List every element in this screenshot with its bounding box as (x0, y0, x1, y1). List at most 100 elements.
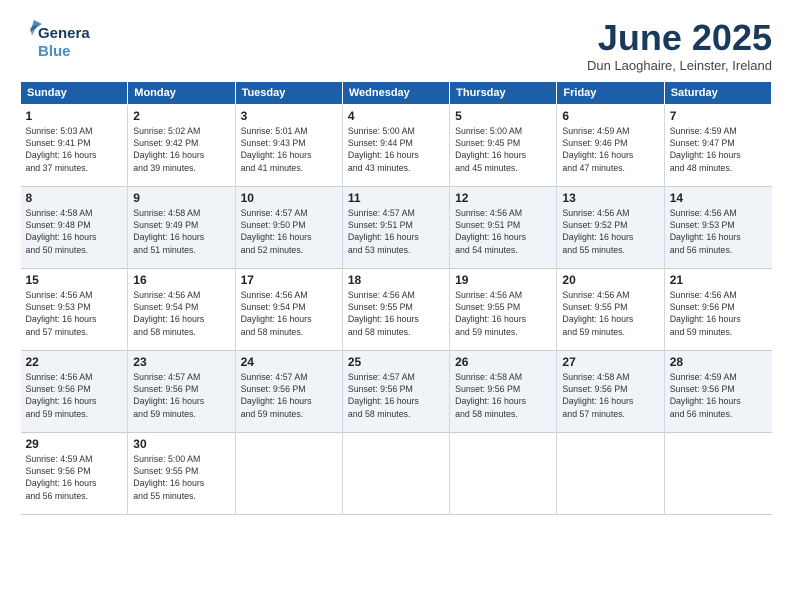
day-info: Sunrise: 5:00 AMSunset: 9:45 PMDaylight:… (455, 125, 551, 174)
day-number: 5 (455, 109, 551, 123)
calendar-cell: 3 Sunrise: 5:01 AMSunset: 9:43 PMDaylight… (235, 104, 342, 186)
day-info: Sunrise: 4:59 AMSunset: 9:56 PMDaylight:… (26, 453, 123, 502)
calendar-cell: 2 Sunrise: 5:02 AMSunset: 9:42 PMDaylight… (128, 104, 235, 186)
day-number: 14 (670, 191, 767, 205)
calendar-cell: 25 Sunrise: 4:57 AMSunset: 9:56 PMDayligh… (342, 350, 449, 432)
calendar-cell: 21 Sunrise: 4:56 AMSunset: 9:56 PMDayligh… (664, 268, 771, 350)
day-info: Sunrise: 4:57 AMSunset: 9:56 PMDaylight:… (133, 371, 229, 420)
calendar-cell: 14Sunrise: 4:56 AMSunset: 9:53 PMDayligh… (664, 186, 771, 268)
calendar-cell: 7 Sunrise: 4:59 AMSunset: 9:47 PMDaylight… (664, 104, 771, 186)
day-info: Sunrise: 4:59 AMSunset: 9:56 PMDaylight:… (670, 371, 767, 420)
calendar-cell: 28 Sunrise: 4:59 AMSunset: 9:56 PMDayligh… (664, 350, 771, 432)
calendar-week-row: 29 Sunrise: 4:59 AMSunset: 9:56 PMDayligh… (21, 432, 772, 514)
day-info: Sunrise: 4:56 AMSunset: 9:54 PMDaylight:… (241, 289, 337, 338)
day-info: Sunrise: 4:59 AMSunset: 9:47 PMDaylight:… (670, 125, 767, 174)
day-number: 19 (455, 273, 551, 287)
day-info: Sunrise: 4:56 AMSunset: 9:56 PMDaylight:… (26, 371, 123, 420)
day-info: Sunrise: 5:01 AMSunset: 9:43 PMDaylight:… (241, 125, 337, 174)
day-number: 24 (241, 355, 337, 369)
calendar-cell: 4Sunrise: 5:00 AMSunset: 9:44 PMDaylight… (342, 104, 449, 186)
calendar-cell: 1Sunrise: 5:03 AMSunset: 9:41 PMDaylight… (21, 104, 128, 186)
weekday-header: Saturday (664, 81, 771, 104)
day-info: Sunrise: 4:58 AMSunset: 9:49 PMDaylight:… (133, 207, 229, 256)
day-number: 3 (241, 109, 337, 123)
calendar-week-row: 22 Sunrise: 4:56 AMSunset: 9:56 PMDayligh… (21, 350, 772, 432)
day-number: 7 (670, 109, 767, 123)
svg-text:General: General (38, 25, 90, 42)
header-row: SundayMondayTuesdayWednesdayThursdayFrid… (21, 81, 772, 104)
calendar-cell (450, 432, 557, 514)
day-info: Sunrise: 5:00 AMSunset: 9:55 PMDaylight:… (133, 453, 229, 502)
calendar-cell (557, 432, 664, 514)
calendar-week-row: 1Sunrise: 5:03 AMSunset: 9:41 PMDaylight… (21, 104, 772, 186)
calendar-cell: 24 Sunrise: 4:57 AMSunset: 9:56 PMDayligh… (235, 350, 342, 432)
day-info: Sunrise: 4:56 AMSunset: 9:52 PMDaylight:… (562, 207, 658, 256)
day-number: 12 (455, 191, 551, 205)
calendar-cell: 22 Sunrise: 4:56 AMSunset: 9:56 PMDayligh… (21, 350, 128, 432)
calendar-week-row: 15 Sunrise: 4:56 AMSunset: 9:53 PMDayligh… (21, 268, 772, 350)
calendar-cell: 12 Sunrise: 4:56 AMSunset: 9:51 PMDayligh… (450, 186, 557, 268)
weekday-header: Wednesday (342, 81, 449, 104)
day-number: 13 (562, 191, 658, 205)
calendar-cell: 23 Sunrise: 4:57 AMSunset: 9:56 PMDayligh… (128, 350, 235, 432)
page: General Blue June 2025 Dun Laoghaire, Le… (0, 0, 792, 612)
day-number: 28 (670, 355, 767, 369)
day-info: Sunrise: 4:59 AMSunset: 9:46 PMDaylight:… (562, 125, 658, 174)
day-info: Sunrise: 4:57 AMSunset: 9:50 PMDaylight:… (241, 207, 337, 256)
day-number: 23 (133, 355, 229, 369)
calendar-cell: 16 Sunrise: 4:56 AMSunset: 9:54 PMDayligh… (128, 268, 235, 350)
day-number: 20 (562, 273, 658, 287)
day-number: 25 (348, 355, 444, 369)
day-number: 8 (26, 191, 123, 205)
title-area: June 2025 Dun Laoghaire, Leinster, Irela… (587, 18, 772, 73)
day-info: Sunrise: 4:58 AMSunset: 9:48 PMDaylight:… (26, 207, 123, 256)
calendar-cell: 5 Sunrise: 5:00 AMSunset: 9:45 PMDaylight… (450, 104, 557, 186)
weekday-header: Thursday (450, 81, 557, 104)
weekday-header: Tuesday (235, 81, 342, 104)
day-info: Sunrise: 4:56 AMSunset: 9:53 PMDaylight:… (26, 289, 123, 338)
day-info: Sunrise: 4:56 AMSunset: 9:51 PMDaylight:… (455, 207, 551, 256)
day-info: Sunrise: 4:56 AMSunset: 9:55 PMDaylight:… (348, 289, 444, 338)
day-number: 29 (26, 437, 123, 451)
calendar-table: SundayMondayTuesdayWednesdayThursdayFrid… (20, 81, 772, 515)
day-number: 27 (562, 355, 658, 369)
calendar-cell (342, 432, 449, 514)
day-number: 22 (26, 355, 123, 369)
month-title: June 2025 (587, 18, 772, 58)
day-info: Sunrise: 4:56 AMSunset: 9:55 PMDaylight:… (562, 289, 658, 338)
header: General Blue June 2025 Dun Laoghaire, Le… (20, 18, 772, 73)
calendar-cell: 26Sunrise: 4:58 AMSunset: 9:56 PMDayligh… (450, 350, 557, 432)
day-number: 21 (670, 273, 767, 287)
day-info: Sunrise: 4:56 AMSunset: 9:55 PMDaylight:… (455, 289, 551, 338)
day-info: Sunrise: 4:56 AMSunset: 9:56 PMDaylight:… (670, 289, 767, 338)
calendar-cell: 8 Sunrise: 4:58 AMSunset: 9:48 PMDaylight… (21, 186, 128, 268)
calendar-cell: 20 Sunrise: 4:56 AMSunset: 9:55 PMDayligh… (557, 268, 664, 350)
day-number: 18 (348, 273, 444, 287)
calendar-cell: 9 Sunrise: 4:58 AMSunset: 9:49 PMDaylight… (128, 186, 235, 268)
calendar-cell (664, 432, 771, 514)
calendar-cell: 6Sunrise: 4:59 AMSunset: 9:46 PMDaylight… (557, 104, 664, 186)
day-number: 9 (133, 191, 229, 205)
calendar-cell: 27Sunrise: 4:58 AMSunset: 9:56 PMDayligh… (557, 350, 664, 432)
calendar-cell: 19 Sunrise: 4:56 AMSunset: 9:55 PMDayligh… (450, 268, 557, 350)
day-number: 17 (241, 273, 337, 287)
weekday-header: Sunday (21, 81, 128, 104)
logo-svg: General Blue (20, 18, 90, 62)
calendar-cell: 30 Sunrise: 5:00 AMSunset: 9:55 PMDayligh… (128, 432, 235, 514)
day-number: 16 (133, 273, 229, 287)
calendar-cell: 17 Sunrise: 4:56 AMSunset: 9:54 PMDayligh… (235, 268, 342, 350)
day-info: Sunrise: 5:02 AMSunset: 9:42 PMDaylight:… (133, 125, 229, 174)
day-info: Sunrise: 4:57 AMSunset: 9:51 PMDaylight:… (348, 207, 444, 256)
logo: General Blue (20, 18, 90, 62)
day-info: Sunrise: 4:56 AMSunset: 9:54 PMDaylight:… (133, 289, 229, 338)
day-number: 30 (133, 437, 229, 451)
day-number: 15 (26, 273, 123, 287)
location: Dun Laoghaire, Leinster, Ireland (587, 58, 772, 73)
day-info: Sunrise: 4:57 AMSunset: 9:56 PMDaylight:… (348, 371, 444, 420)
day-info: Sunrise: 4:57 AMSunset: 9:56 PMDaylight:… (241, 371, 337, 420)
calendar-cell: 13 Sunrise: 4:56 AMSunset: 9:52 PMDayligh… (557, 186, 664, 268)
day-number: 2 (133, 109, 229, 123)
calendar-cell: 29 Sunrise: 4:59 AMSunset: 9:56 PMDayligh… (21, 432, 128, 514)
day-info: Sunrise: 5:00 AMSunset: 9:44 PMDaylight:… (348, 125, 444, 174)
day-number: 26 (455, 355, 551, 369)
